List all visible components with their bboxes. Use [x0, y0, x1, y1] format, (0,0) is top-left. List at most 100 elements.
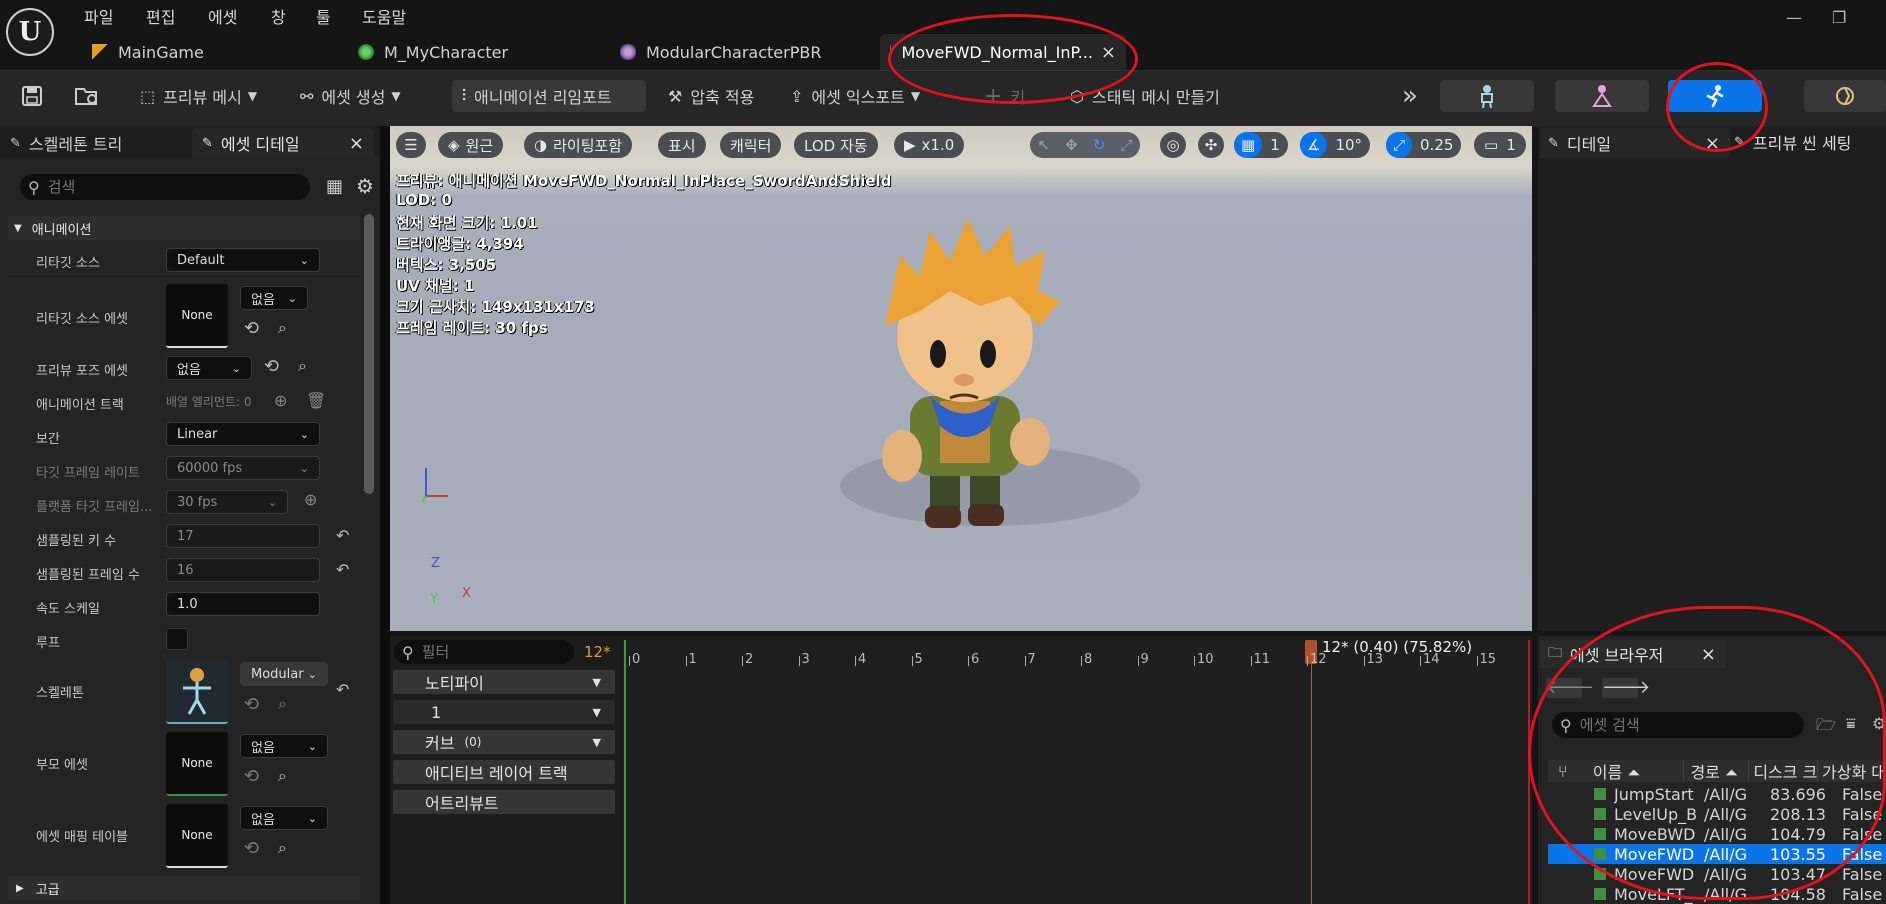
track-curves[interactable]: 커브 (0) ▼ — [393, 730, 615, 754]
perspective-button[interactable]: ◈ 원근 — [438, 132, 504, 158]
browse-icon[interactable]: ⌕ — [278, 318, 287, 338]
skeleton-thumbnail[interactable] — [166, 660, 228, 724]
parent-asset-dropdown[interactable]: 없음 ⌄ — [240, 734, 328, 758]
camera-speed-value: 1 — [1506, 136, 1516, 154]
preview-mesh-button[interactable]: ⬚ 프리뷰 메시 ▼ — [140, 80, 257, 112]
use-selected-icon[interactable]: ⟲ — [244, 838, 259, 859]
mesh-mode-icon[interactable] — [1555, 80, 1649, 112]
menu-tools[interactable]: 툴 — [316, 4, 331, 28]
angle-snap-button[interactable]: ∡ 10° — [1300, 132, 1371, 158]
stat-screen-size: 현재 화면 크기: 1.01 — [396, 214, 538, 232]
track-notifies[interactable]: 노티파이 ▼ — [393, 670, 615, 694]
rotate-icon[interactable]: ↻ — [1093, 136, 1106, 154]
reset-icon[interactable]: ↶ — [336, 680, 349, 699]
add-platform-icon[interactable]: ⊕ — [304, 490, 317, 509]
toolbar-overflow-button[interactable]: » — [1402, 80, 1418, 112]
lighting-button[interactable]: ◑ 라이팅포함 — [524, 132, 633, 158]
section-advanced[interactable]: ▶ 고급 — [8, 876, 360, 900]
minimize-button[interactable]: — — [1786, 8, 1802, 27]
prop-label: 샘플링된 프레임 수 — [36, 568, 140, 583]
sampled-keys-field: 17 — [166, 524, 320, 548]
playback-speed-button[interactable]: ▶ x1.0 — [894, 132, 965, 158]
tab-maingame[interactable]: MainGame — [92, 34, 312, 70]
viewport-menu-icon[interactable]: ☰ — [396, 132, 426, 158]
unreal-logo-icon[interactable]: U — [6, 8, 54, 56]
retarget-source-asset-dropdown[interactable]: 없음 ⌄ — [240, 286, 308, 310]
lod-button[interactable]: LOD 자동 — [794, 132, 878, 158]
preview-viewport[interactable] — [390, 126, 1532, 631]
character-button[interactable]: 캐릭터 — [720, 132, 782, 158]
use-selected-icon[interactable]: ⟲ — [244, 694, 259, 715]
tab-m-mycharacter[interactable]: M_MyCharacter — [358, 34, 578, 70]
tab-skeleton-tree[interactable]: ✎ 스켈레톤 트리 — [10, 130, 122, 156]
browse-icon[interactable]: ⌕ — [298, 356, 307, 376]
add-element-icon[interactable]: ⊕ — [274, 391, 287, 410]
grid-snap-button[interactable]: ▦ 1 — [1234, 132, 1288, 158]
asset-details-icon: ✎ — [202, 135, 213, 151]
scale-snap-button[interactable]: ⤢ 0.25 — [1386, 132, 1462, 158]
rate-scale-input[interactable]: 1.0 — [166, 592, 320, 616]
select-icon[interactable]: ↖ — [1038, 136, 1051, 154]
camera-speed-button[interactable]: ▭ 1 — [1474, 132, 1526, 158]
settings-gear-icon[interactable]: ⚙ — [356, 174, 374, 198]
loop-checkbox[interactable] — [166, 628, 188, 650]
asset-mapping-thumbnail[interactable]: None — [166, 804, 228, 868]
browse-asset-icon[interactable] — [72, 80, 102, 112]
use-selected-icon[interactable]: ⟲ — [244, 318, 259, 339]
timeline-filter-input[interactable]: ⚲ — [394, 640, 574, 664]
timeline-area[interactable] — [622, 640, 1532, 904]
use-selected-icon[interactable]: ⟲ — [244, 766, 259, 787]
skeleton-mode-icon[interactable] — [1440, 80, 1534, 112]
scale-icon[interactable]: ⤢ — [1120, 136, 1132, 154]
use-selected-icon[interactable]: ⟲ — [264, 356, 279, 377]
browse-icon[interactable]: ⌕ — [278, 694, 287, 714]
export-asset-button[interactable]: ⇪ 에셋 익스포트 ▼ — [790, 80, 920, 112]
physics-mode-icon[interactable] — [1804, 80, 1886, 112]
table-view-icon[interactable]: ▦ — [326, 176, 343, 197]
asset-mapping-dropdown[interactable]: 없음 ⌄ — [240, 806, 328, 830]
filter-field[interactable] — [419, 642, 564, 662]
browse-icon[interactable]: ⌕ — [278, 838, 287, 858]
section-animation[interactable]: ▼ 애니메이션 — [8, 216, 360, 240]
menu-edit[interactable]: 편집 — [146, 4, 175, 28]
show-button[interactable]: 표시 — [658, 132, 706, 158]
restore-button[interactable]: ❐ — [1832, 8, 1846, 27]
prop-label: 부모 에셋 — [36, 758, 88, 773]
save-icon[interactable] — [18, 80, 46, 112]
track-notify-1[interactable]: 1 ▼ — [393, 700, 615, 724]
section-advanced-label: 고급 — [35, 882, 60, 898]
tab-modular-character-pbr[interactable]: ModularCharacterPBR — [620, 34, 860, 70]
menu-asset[interactable]: 에셋 — [208, 4, 237, 28]
reset-icon[interactable]: ↶ — [336, 560, 349, 579]
local-space-icon[interactable]: ◎ — [1160, 132, 1186, 158]
track-attributes[interactable]: 어트리뷰트 — [393, 790, 615, 814]
preview-pose-dropdown[interactable]: 없음 ⌄ — [166, 356, 252, 380]
surface-snap-icon[interactable]: ✣ — [1198, 132, 1224, 158]
browse-icon[interactable]: ⌕ — [278, 766, 287, 786]
dropdown-value: 30 fps — [177, 494, 218, 510]
apply-compression-button[interactable]: ⚒ 압축 적용 — [668, 80, 754, 112]
retarget-source-dropdown[interactable]: Default ⌄ — [166, 248, 320, 272]
menu-window[interactable]: 창 — [271, 4, 286, 28]
timeline-tick-label: 2 — [745, 652, 754, 667]
menu-help[interactable]: 도움말 — [362, 4, 406, 28]
asset-thumbnail[interactable]: None — [166, 284, 228, 348]
parent-asset-thumbnail[interactable]: None — [166, 732, 228, 796]
reimport-animation-button[interactable]: ⫶ 애니메이션 리임포트 — [452, 80, 646, 112]
close-icon[interactable]: × — [349, 133, 364, 154]
trash-icon[interactable]: 🗑 — [306, 391, 326, 410]
search-field[interactable] — [45, 177, 290, 197]
mesh-icon: ⬚ — [140, 86, 156, 106]
scrollbar-thumb[interactable] — [364, 214, 374, 494]
search-input[interactable]: ⚲ — [20, 174, 310, 200]
reset-icon[interactable]: ↶ — [336, 526, 349, 545]
track-additive-layer[interactable]: 애디티브 레이어 트랙 — [393, 760, 615, 784]
skeleton-dropdown[interactable]: Modular ⌄ — [240, 662, 328, 686]
tab-asset-details[interactable]: ✎ 에셋 디테일 × — [192, 128, 374, 158]
create-asset-button[interactable]: ⚯ 에셋 생성 ▼ — [300, 80, 401, 112]
menu-file[interactable]: 파일 — [84, 4, 113, 28]
folder-search-icon: 🗀 — [1548, 645, 1562, 661]
translate-icon[interactable]: ✥ — [1065, 136, 1078, 154]
angle-icon: ∡ — [1300, 132, 1328, 158]
interpolation-dropdown[interactable]: Linear ⌄ — [166, 422, 320, 446]
